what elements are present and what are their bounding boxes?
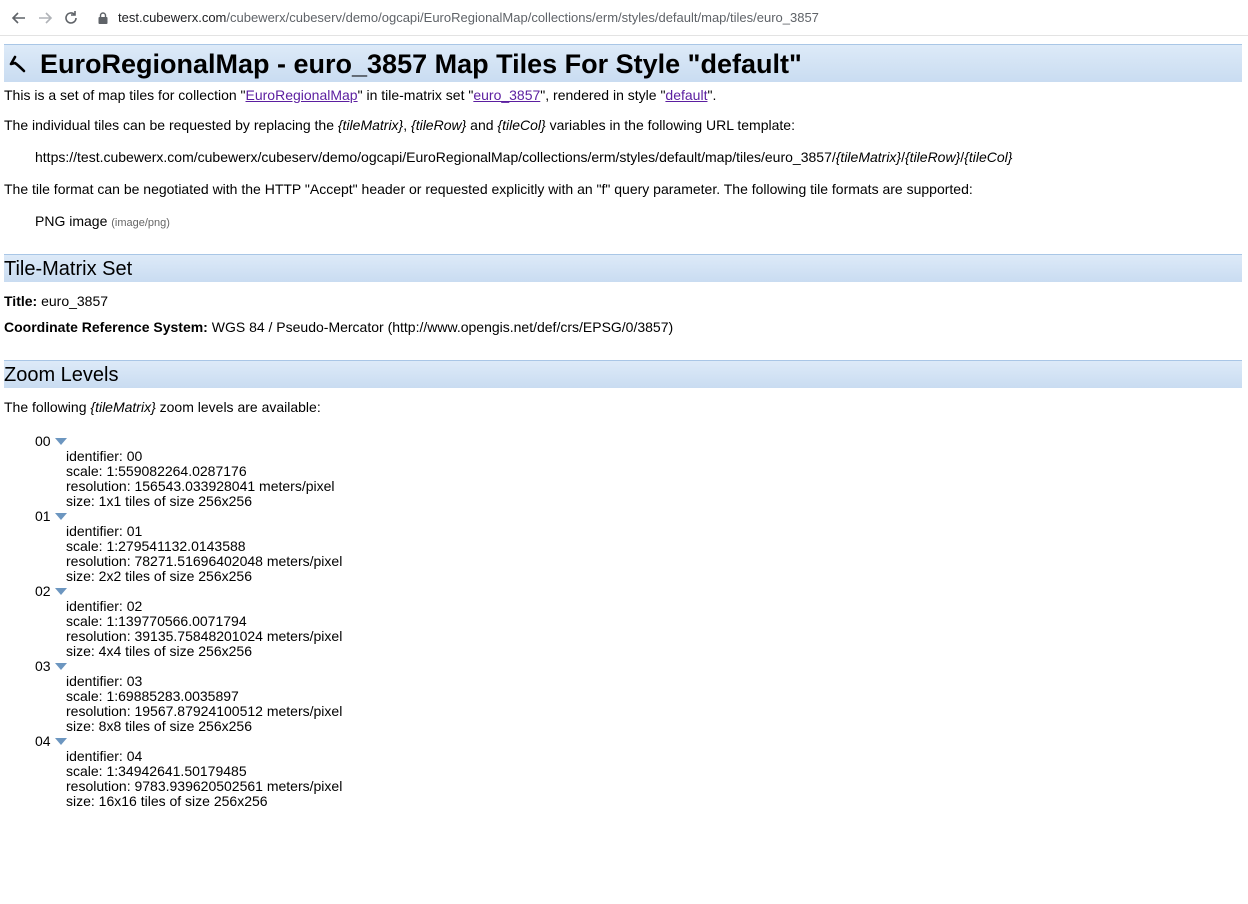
zoom-level-size: size: 16x16 tiles of size 256x256 [66, 793, 268, 809]
crs-row: Coordinate Reference System: WGS 84 / Ps… [4, 318, 1242, 360]
zoom-level-id: 02 [35, 583, 51, 599]
format-name: PNG image [35, 213, 108, 229]
crs-label: Coordinate Reference System: [4, 319, 208, 335]
intro-text: ". [707, 87, 717, 103]
tile-matrix-variable: {tileMatrix} [337, 117, 404, 133]
zoom-intro-text: The following [4, 399, 91, 415]
zoom-level-size: size: 8x8 tiles of size 256x256 [66, 718, 252, 734]
expand-triangle-icon[interactable] [54, 438, 67, 445]
zoom-level-identifier: identifier: 00 [66, 448, 143, 464]
zoom-level-toggle[interactable]: 04 [35, 734, 1242, 749]
tms-title-label: Title: [4, 293, 38, 309]
zoom-level-id: 01 [35, 508, 51, 524]
template-intro-paragraph: The individual tiles can be requested by… [4, 116, 1242, 148]
zoom-level-scale: scale: 1:559082264.0287176 [66, 463, 247, 479]
zoom-level-size: size: 2x2 tiles of size 256x256 [66, 568, 252, 584]
zoom-level-toggle[interactable]: 00 [35, 434, 1242, 449]
browser-toolbar: test.cubewerx.com/cubewerx/cubeserv/demo… [0, 0, 1248, 36]
lock-icon [98, 11, 108, 24]
zoom-level-scale: scale: 1:69885283.0035897 [66, 688, 239, 704]
zoom-level-identifier: identifier: 01 [66, 523, 143, 539]
page-title: EuroRegionalMap - euro_3857 Map Tiles Fo… [40, 49, 802, 79]
crs-value: WGS 84 / Pseudo-Mercator (http://www.ope… [207, 319, 674, 335]
zoom-level-resolution: resolution: 19567.87924100512 meters/pix… [66, 703, 343, 719]
zoom-level-resolution: resolution: 39135.75848201024 meters/pix… [66, 628, 343, 644]
zoom-level-id: 04 [35, 733, 51, 749]
expand-triangle-icon[interactable] [54, 738, 67, 745]
template-intro-text: The individual tiles can be requested by… [4, 117, 338, 133]
zoom-level-toggle[interactable]: 03 [35, 659, 1242, 674]
tms-title-value: euro_3857 [37, 293, 109, 309]
zoom-level-item: 01 identifier: 01 scale: 1:279541132.01435… [35, 509, 1242, 584]
zoom-level-list: 00 identifier: 00 scale: 1:559082264.02871… [4, 434, 1242, 809]
style-link[interactable]: default [665, 87, 707, 103]
intro-text: ", rendered in style " [540, 87, 666, 103]
tile-matrix-variable: {tileMatrix} [90, 399, 156, 415]
zoom-level-resolution: resolution: 156543.033928041 meters/pixe… [66, 478, 335, 494]
page-header: EuroRegionalMap - euro_3857 Map Tiles Fo… [4, 44, 1242, 82]
zoom-level-resolution: resolution: 78271.51696402048 meters/pix… [66, 553, 343, 569]
tile-col-variable: {tileCol} [964, 149, 1013, 165]
template-intro-text: and [466, 117, 498, 133]
url-template: https://test.cubewerx.com/cubewerx/cubes… [4, 148, 1242, 180]
zoom-level-toggle[interactable]: 02 [35, 584, 1242, 599]
expand-triangle-icon[interactable] [54, 588, 67, 595]
url-template-base: https://test.cubewerx.com/cubewerx/cubes… [35, 149, 836, 165]
zoom-intro: The following {tileMatrix} zoom levels a… [4, 388, 1242, 434]
zoom-level-size: size: 4x4 tiles of size 256x256 [66, 643, 252, 659]
zoom-level-details: identifier: 01 scale: 1:279541132.0143588… [35, 524, 1242, 584]
zoom-level-item: 00 identifier: 00 scale: 1:559082264.02871… [35, 434, 1242, 509]
tile-col-variable: {tileCol} [497, 117, 546, 133]
up-arrow-icon[interactable] [8, 53, 30, 75]
template-intro-text: , [403, 117, 412, 133]
tile-matrix-variable: {tileMatrix} [835, 149, 902, 165]
page-content: EuroRegionalMap - euro_3857 Map Tiles Fo… [0, 44, 1248, 809]
zoom-level-toggle[interactable]: 01 [35, 509, 1242, 524]
format-intro: The tile format can be negotiated with t… [4, 181, 973, 197]
zoom-intro-text: zoom levels are available: [155, 399, 321, 415]
zoom-level-item: 04 identifier: 04 scale: 1:34942641.501794… [35, 734, 1242, 809]
zoom-level-item: 02 identifier: 02 scale: 1:139770566.00717… [35, 584, 1242, 659]
zoom-level-scale: scale: 1:139770566.0071794 [66, 613, 247, 629]
zoom-level-details: identifier: 02 scale: 1:139770566.0071794… [35, 599, 1242, 659]
collection-link[interactable]: EuroRegionalMap [246, 87, 358, 103]
tms-title-row: Title: euro_3857 [4, 282, 1242, 318]
zoom-level-identifier: identifier: 03 [66, 673, 143, 689]
zoom-levels-heading: Zoom Levels [4, 360, 1242, 388]
tile-format-item: PNG image (image/png) [4, 212, 1242, 254]
expand-triangle-icon[interactable] [54, 513, 67, 520]
template-intro-text: variables in the following URL template: [545, 117, 795, 133]
url-path: /cubewerx/cubeserv/demo/ogcapi/EuroRegio… [226, 10, 819, 25]
intro-text: This is a set of map tiles for collectio… [4, 87, 246, 103]
intro-text: " in tile-matrix set " [357, 87, 474, 103]
tile-matrix-set-link[interactable]: euro_3857 [473, 87, 540, 103]
back-arrow-icon[interactable] [8, 7, 30, 29]
zoom-level-details: identifier: 04 scale: 1:34942641.50179485… [35, 749, 1242, 809]
url-host: test.cubewerx.com [118, 10, 227, 25]
zoom-level-scale: scale: 1:279541132.0143588 [66, 538, 246, 554]
zoom-level-scale: scale: 1:34942641.50179485 [66, 763, 247, 779]
zoom-level-details: identifier: 03 scale: 1:69885283.0035897 r… [35, 674, 1242, 734]
tile-row-variable: {tileRow} [905, 149, 961, 165]
zoom-level-details: identifier: 00 scale: 1:559082264.0287176… [35, 449, 1242, 509]
tile-row-variable: {tileRow} [411, 117, 467, 133]
zoom-level-identifier: identifier: 02 [66, 598, 143, 614]
tile-matrix-set-heading: Tile-Matrix Set [4, 254, 1242, 282]
zoom-level-size: size: 1x1 tiles of size 256x256 [66, 493, 252, 509]
address-bar[interactable]: test.cubewerx.com/cubewerx/cubeserv/demo… [96, 10, 819, 25]
zoom-level-resolution: resolution: 9783.939620502561 meters/pix… [66, 778, 343, 794]
zoom-level-identifier: identifier: 04 [66, 748, 143, 764]
expand-triangle-icon[interactable] [54, 663, 67, 670]
zoom-level-id: 00 [35, 433, 51, 449]
format-mime: (image/png) [111, 217, 170, 229]
zoom-level-id: 03 [35, 658, 51, 674]
forward-arrow-icon[interactable] [34, 7, 56, 29]
intro-paragraph: This is a set of map tiles for collectio… [4, 82, 1242, 116]
zoom-level-item: 03 identifier: 03 scale: 1:69885283.003589… [35, 659, 1242, 734]
reload-icon[interactable] [60, 7, 82, 29]
